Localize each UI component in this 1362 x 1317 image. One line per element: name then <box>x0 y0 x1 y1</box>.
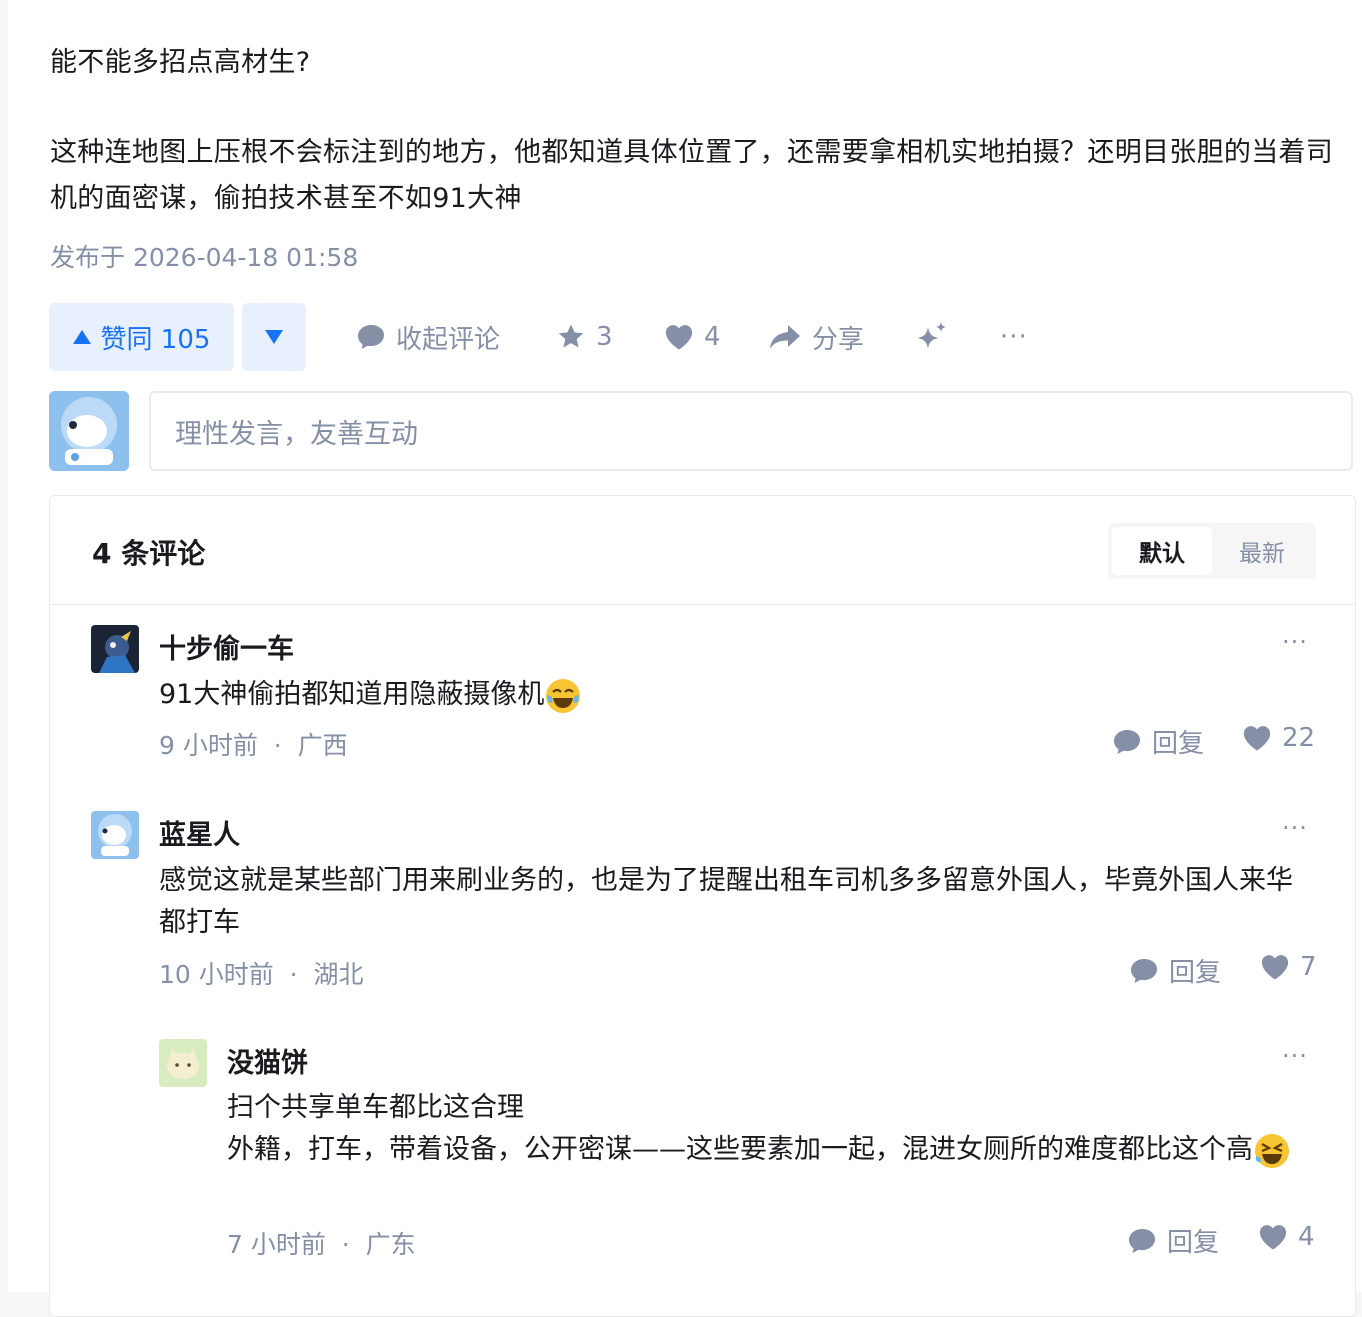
comment-reply-button[interactable]: 回复 <box>1129 952 1221 989</box>
collapse-comments-button[interactable]: 收起评论 <box>356 316 500 358</box>
share-label: 分享 <box>812 324 865 355</box>
comment-icon <box>1114 729 1140 754</box>
ai-sparkle-button[interactable] <box>914 316 960 358</box>
comment-author-name[interactable]: 十步偷一车 <box>159 627 294 666</box>
like-count: 4 <box>704 322 721 352</box>
comment-text-line-2: 外籍，打车，带着设备，公开密谋——这些要素加一起，混进女厕所的难度都比这个高 <box>227 1129 1312 1171</box>
sparkle-icon <box>917 322 946 349</box>
comment-more-button[interactable]: ··· <box>1282 814 1308 842</box>
comment-author-name[interactable]: 蓝星人 <box>159 813 240 852</box>
upvote-arrow-icon <box>72 330 91 344</box>
comment-author-avatar[interactable] <box>91 625 139 673</box>
crying-laughing-face-icon <box>546 678 581 713</box>
comment-more-button[interactable]: ··· <box>1282 1042 1308 1070</box>
comment-author-avatar[interactable] <box>91 811 139 859</box>
current-user-avatar <box>49 391 129 471</box>
comment-input-placeholder: 理性发言，友善互动 <box>175 418 418 450</box>
answer-card: 能不能多招点高材生? 这种连地图上压根不会标注到的地方，他都知道具体位置了，还需… <box>8 0 1362 1317</box>
comments-panel: 4 条评论 默认 最新 十步偷一车 ··· 91大神偷拍都知道用隐蔽摄像机 9 … <box>49 495 1356 1317</box>
comment-author-avatar[interactable] <box>159 1039 207 1087</box>
comment-like-button[interactable]: 7 <box>1260 952 1317 982</box>
answer-paragraph-1: 能不能多招点高材生? <box>50 47 311 78</box>
sort-default-tab[interactable]: 默认 <box>1112 527 1212 575</box>
star-icon <box>558 324 584 348</box>
share-button[interactable]: 分享 <box>768 316 864 358</box>
favorite-count: 3 <box>596 322 613 352</box>
comment-reply-button[interactable]: 回复 <box>1127 1222 1219 1259</box>
downvote-arrow-icon <box>265 330 283 344</box>
divider <box>50 604 1355 605</box>
heart-icon <box>1259 1225 1287 1250</box>
comment-text: 感觉这就是某些部门用来刷业务的，也是为了提醒出租车司机多多留意外国人，毕竟外国人… <box>159 865 1293 938</box>
comment-icon <box>1129 1228 1155 1253</box>
comment-input[interactable]: 理性发言，友善互动 <box>149 391 1353 471</box>
comment-more-button[interactable]: ··· <box>1282 628 1308 656</box>
comment-meta: 10 小时前 · 湖北 <box>159 960 364 989</box>
collapse-comments-label: 收起评论 <box>396 324 501 355</box>
heart-icon <box>1261 955 1289 980</box>
heart-icon <box>665 325 693 350</box>
publish-time: 发布于 2026-04-18 01:58 <box>50 243 359 272</box>
comment-icon <box>358 325 384 349</box>
like-button[interactable]: 4 <box>664 316 721 358</box>
answer-paragraph-2: 这种连地图上压根不会标注到的地方，他都知道具体位置了，还需要拿相机实地拍摄？还明… <box>50 137 1334 214</box>
more-actions-button[interactable]: ··· <box>1000 316 1028 358</box>
comments-count-title: 4 条评论 <box>92 537 206 570</box>
comment-icon <box>1131 958 1157 983</box>
upvote-button[interactable]: 赞同 105 <box>49 303 234 371</box>
rolling-laughing-face-icon <box>1255 1133 1289 1168</box>
share-arrow-icon <box>770 325 800 349</box>
sort-latest-tab[interactable]: 最新 <box>1212 527 1312 575</box>
comment-text-line-1: 扫个共享单车都比这合理 <box>227 1092 524 1123</box>
sort-switch: 默认 最新 <box>1108 523 1316 579</box>
comment-text: 91大神偷拍都知道用隐蔽摄像机 <box>159 674 582 716</box>
comment-meta: 7 小时前 · 广东 <box>227 1230 416 1259</box>
downvote-button[interactable] <box>242 303 306 371</box>
comment-author-name[interactable]: 没猫饼 <box>227 1041 308 1080</box>
upvote-label: 赞同 105 <box>100 324 211 355</box>
favorite-button[interactable]: 3 <box>556 316 613 358</box>
comment-meta: 9 小时前 · 广西 <box>159 731 348 760</box>
comment-reply-button[interactable]: 回复 <box>1112 723 1204 760</box>
comment-like-button[interactable]: 22 <box>1242 723 1315 753</box>
comment-like-button[interactable]: 4 <box>1258 1222 1315 1252</box>
heart-icon <box>1243 726 1271 751</box>
